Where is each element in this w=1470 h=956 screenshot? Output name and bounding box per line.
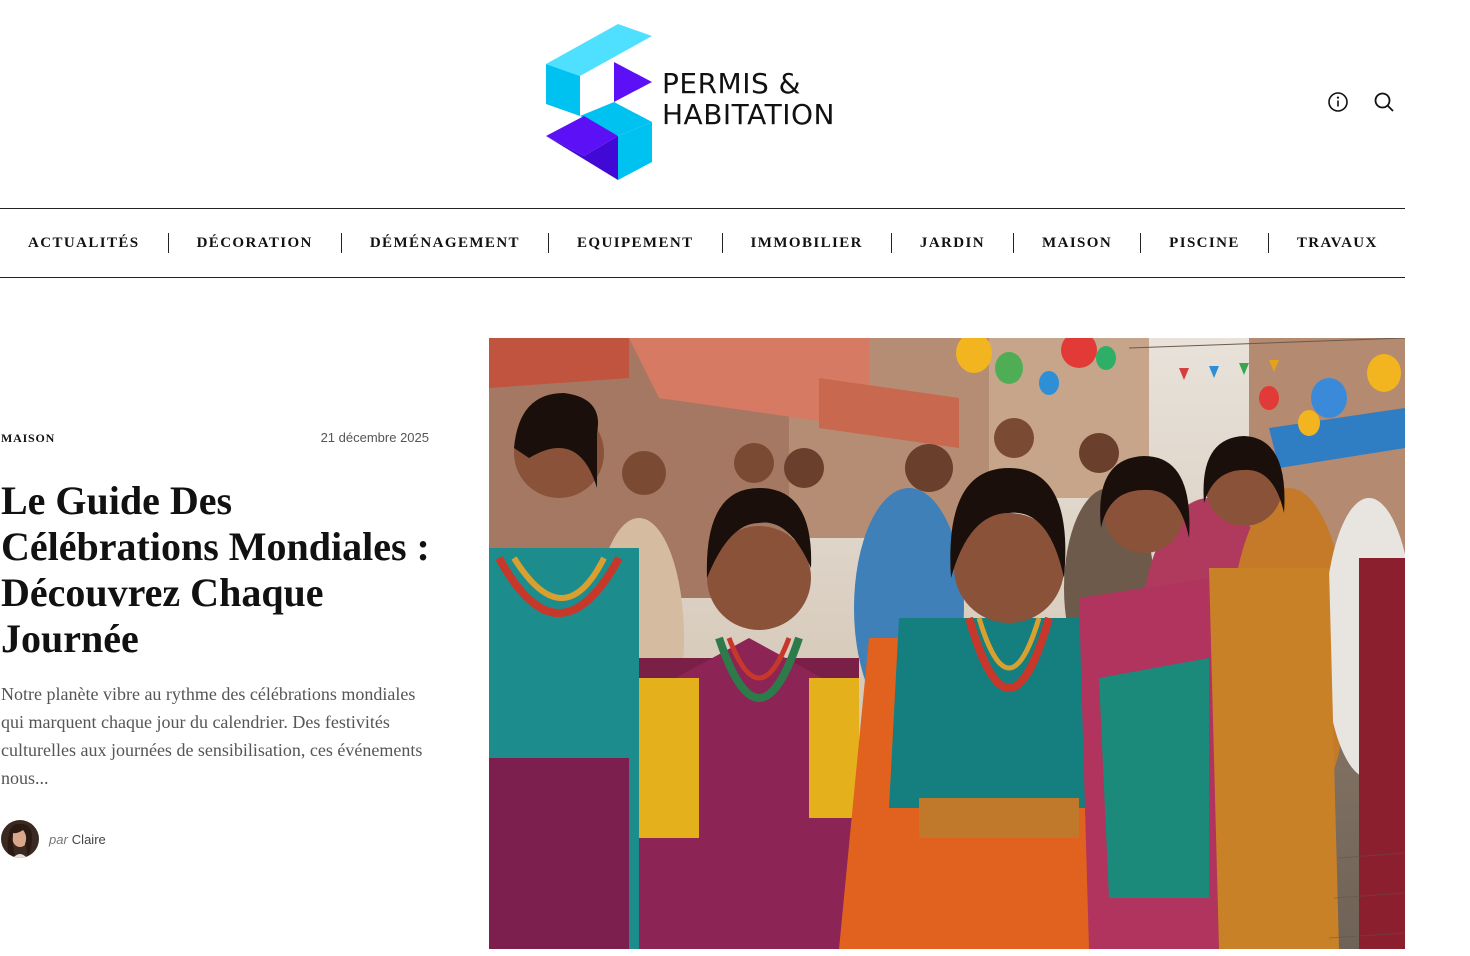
nav-item-piscine[interactable]: PISCINE (1169, 235, 1240, 252)
nav-divider (547, 233, 549, 253)
featured-image[interactable] (489, 338, 1405, 949)
header-actions (1326, 90, 1396, 114)
logo-line-2: HABITATION (662, 98, 835, 131)
site-logo[interactable]: PERMIS & HABITATION (544, 24, 854, 184)
article-date: 21 décembre 2025 (320, 430, 429, 445)
article-category[interactable]: MAISON (1, 431, 55, 446)
nav-divider (721, 233, 723, 253)
nav-divider (890, 233, 892, 253)
nav-item-jardin[interactable]: JARDIN (920, 235, 985, 252)
nav-divider (1013, 233, 1015, 253)
info-icon[interactable] (1326, 90, 1350, 114)
nav-divider (340, 233, 342, 253)
nav-item-decoration[interactable]: DÉCORATION (197, 235, 313, 252)
search-icon[interactable] (1372, 90, 1396, 114)
author-avatar[interactable] (1, 820, 39, 858)
article-title[interactable]: Le Guide Des Célébrations Mondiales : Dé… (1, 478, 441, 662)
logo-wordmark: PERMIS & HABITATION (662, 68, 835, 130)
author-prefix: par (49, 831, 68, 847)
logo-mark (546, 24, 652, 180)
logo-line-1: PERMIS & (662, 67, 801, 100)
nav-divider (167, 233, 169, 253)
nav-divider (1140, 233, 1142, 253)
nav-item-maison[interactable]: MAISON (1042, 235, 1112, 252)
main-navigation: ACTUALITÉS DÉCORATION DÉMÉNAGEMENT EQUIP… (0, 208, 1405, 278)
author-name[interactable]: Claire (72, 832, 106, 847)
article-excerpt: Notre planète vibre au rythme des célébr… (1, 684, 423, 788)
article-meta: MAISON 21 décembre 2025 (1, 430, 429, 446)
nav-item-equipement[interactable]: EQUIPEMENT (577, 235, 694, 252)
nav-divider (1267, 233, 1269, 253)
author-byline: par Claire (49, 832, 106, 847)
nav-item-travaux[interactable]: TRAVAUX (1297, 235, 1378, 252)
nav-item-immobilier[interactable]: IMMOBILIER (751, 235, 863, 252)
nav-item-actualites[interactable]: ACTUALITÉS (28, 235, 140, 252)
article-author: par Claire (1, 820, 106, 858)
nav-item-demenagement[interactable]: DÉMÉNAGEMENT (370, 235, 520, 252)
